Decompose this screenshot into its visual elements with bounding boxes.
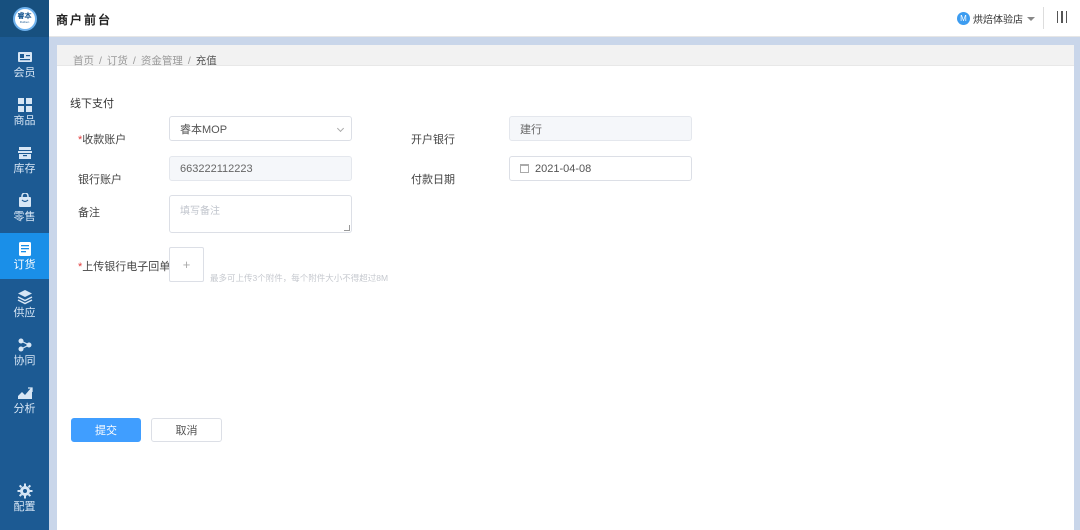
open-bank-value: 建行: [520, 123, 542, 136]
payment-date-label: 付款日期: [411, 174, 455, 186]
sidebar-item-label: 零售: [13, 211, 36, 223]
receive-account-label-text: 收款账户: [82, 134, 127, 146]
inventory-icon: [17, 147, 32, 159]
sidebar-item-member[interactable]: 会员: [0, 41, 49, 87]
layers-icon: [17, 290, 32, 305]
sidebar-item-label: 库存: [13, 163, 36, 175]
resize-handle-icon[interactable]: [344, 225, 350, 231]
collab-icon: [18, 338, 31, 352]
section-title: 线下支付: [70, 98, 114, 110]
submit-button[interactable]: 提交: [71, 418, 141, 442]
breadcrumb-funds[interactable]: 资金管理: [141, 55, 183, 67]
cancel-button[interactable]: 取消: [151, 418, 222, 442]
sidebar-item-label: 分析: [13, 403, 36, 415]
open-bank-field: 建行: [509, 116, 692, 141]
sidebar-item-inventory[interactable]: 库存: [0, 137, 49, 183]
sidebar-item-collab[interactable]: 协同: [0, 329, 49, 375]
sidebar-item-order[interactable]: 订货: [0, 233, 49, 279]
header-divider: [1043, 7, 1044, 29]
vertical-bars-icon[interactable]: [1057, 11, 1067, 23]
calendar-icon: [520, 164, 529, 173]
payment-date-picker[interactable]: 2021-04-08: [509, 156, 692, 181]
breadcrumb-current: 充值: [195, 55, 217, 67]
sidebar-item-config[interactable]: 配置: [0, 475, 49, 521]
upload-label: *上传银行电子回单: [78, 258, 170, 274]
gear-icon: [17, 483, 32, 499]
sidebar-item-label: 会员: [13, 67, 36, 79]
sidebar: 睿本 Ruiben 会员 商品 库存 零售 订货 供应 协同 分析 配置: [0, 0, 49, 530]
breadcrumb-bar: 首页 / 订货 / 资金管理 / 充值: [57, 45, 1074, 68]
grid-icon: [17, 98, 32, 112]
logo-text: 睿本: [17, 13, 32, 20]
breadcrumb-home[interactable]: 首页: [73, 55, 94, 67]
logo-subtext: Ruiben: [19, 20, 30, 24]
upload-button[interactable]: +: [169, 247, 204, 282]
breadcrumb: 首页 / 订货 / 资金管理 / 充值: [73, 53, 217, 68]
open-bank-label: 开户银行: [411, 134, 455, 146]
remark-textarea[interactable]: 填写备注: [169, 195, 352, 233]
logo-area: 睿本 Ruiben: [0, 0, 49, 37]
upload-label-text: 上传银行电子回单: [82, 261, 171, 273]
sidebar-item-product[interactable]: 商品: [0, 89, 49, 135]
bank-account-label: 银行账户: [78, 174, 122, 186]
chevron-down-icon: [1027, 16, 1035, 21]
member-card-icon: [17, 52, 32, 62]
breadcrumb-separator: /: [132, 55, 136, 67]
remark-placeholder: 填写备注: [180, 206, 220, 217]
remark-label: 备注: [78, 207, 100, 219]
sidebar-item-analytics[interactable]: 分析: [0, 377, 49, 423]
bank-account-field: 663222112223: [169, 156, 352, 181]
plus-icon: +: [182, 257, 191, 272]
sidebar-item-label: 协同: [13, 355, 36, 367]
receive-account-value: 睿本MOP: [180, 123, 228, 136]
sidebar-item-label: 供应: [13, 307, 36, 319]
payment-date-value: 2021-04-08: [535, 162, 592, 175]
bank-account-value: 663222112223: [180, 162, 253, 175]
store-selector[interactable]: M 烘焙体验店: [957, 11, 1035, 26]
receive-account-label: *收款账户: [78, 131, 126, 147]
upload-hint: 最多可上传3个附件，每个附件大小不得超过8M: [210, 273, 389, 283]
sidebar-item-supply[interactable]: 供应: [0, 281, 49, 327]
app-title: 商户前台: [56, 13, 113, 27]
sidebar-item-label: 配置: [13, 501, 36, 513]
retail-bag-icon: [18, 193, 31, 207]
content-card: 首页 / 订货 / 资金管理 / 充值 线下支付 *收款账户 睿本MOP 开户银行 建行 银…: [57, 45, 1074, 530]
breadcrumb-order[interactable]: 订货: [107, 55, 128, 67]
logo[interactable]: 睿本 Ruiben: [12, 6, 37, 31]
order-doc-icon: [18, 242, 31, 256]
content-frame: 首页 / 订货 / 资金管理 / 充值 线下支付 *收款账户 睿本MOP 开户银行 建行 银…: [49, 37, 1080, 530]
breadcrumb-separator: /: [99, 55, 102, 67]
chevron-down-icon: [336, 124, 345, 133]
breadcrumb-separator: /: [187, 55, 191, 67]
receive-account-select[interactable]: 睿本MOP: [169, 116, 352, 141]
sidebar-item-label: 订货: [13, 259, 36, 271]
top-bar: 商户前台 M 烘焙体验店: [49, 0, 1080, 37]
analytics-icon: [17, 387, 33, 399]
store-avatar: M: [957, 12, 970, 25]
sidebar-item-label: 商品: [13, 115, 36, 127]
sidebar-item-retail[interactable]: 零售: [0, 185, 49, 231]
store-name: 烘焙体验店: [973, 15, 1023, 26]
